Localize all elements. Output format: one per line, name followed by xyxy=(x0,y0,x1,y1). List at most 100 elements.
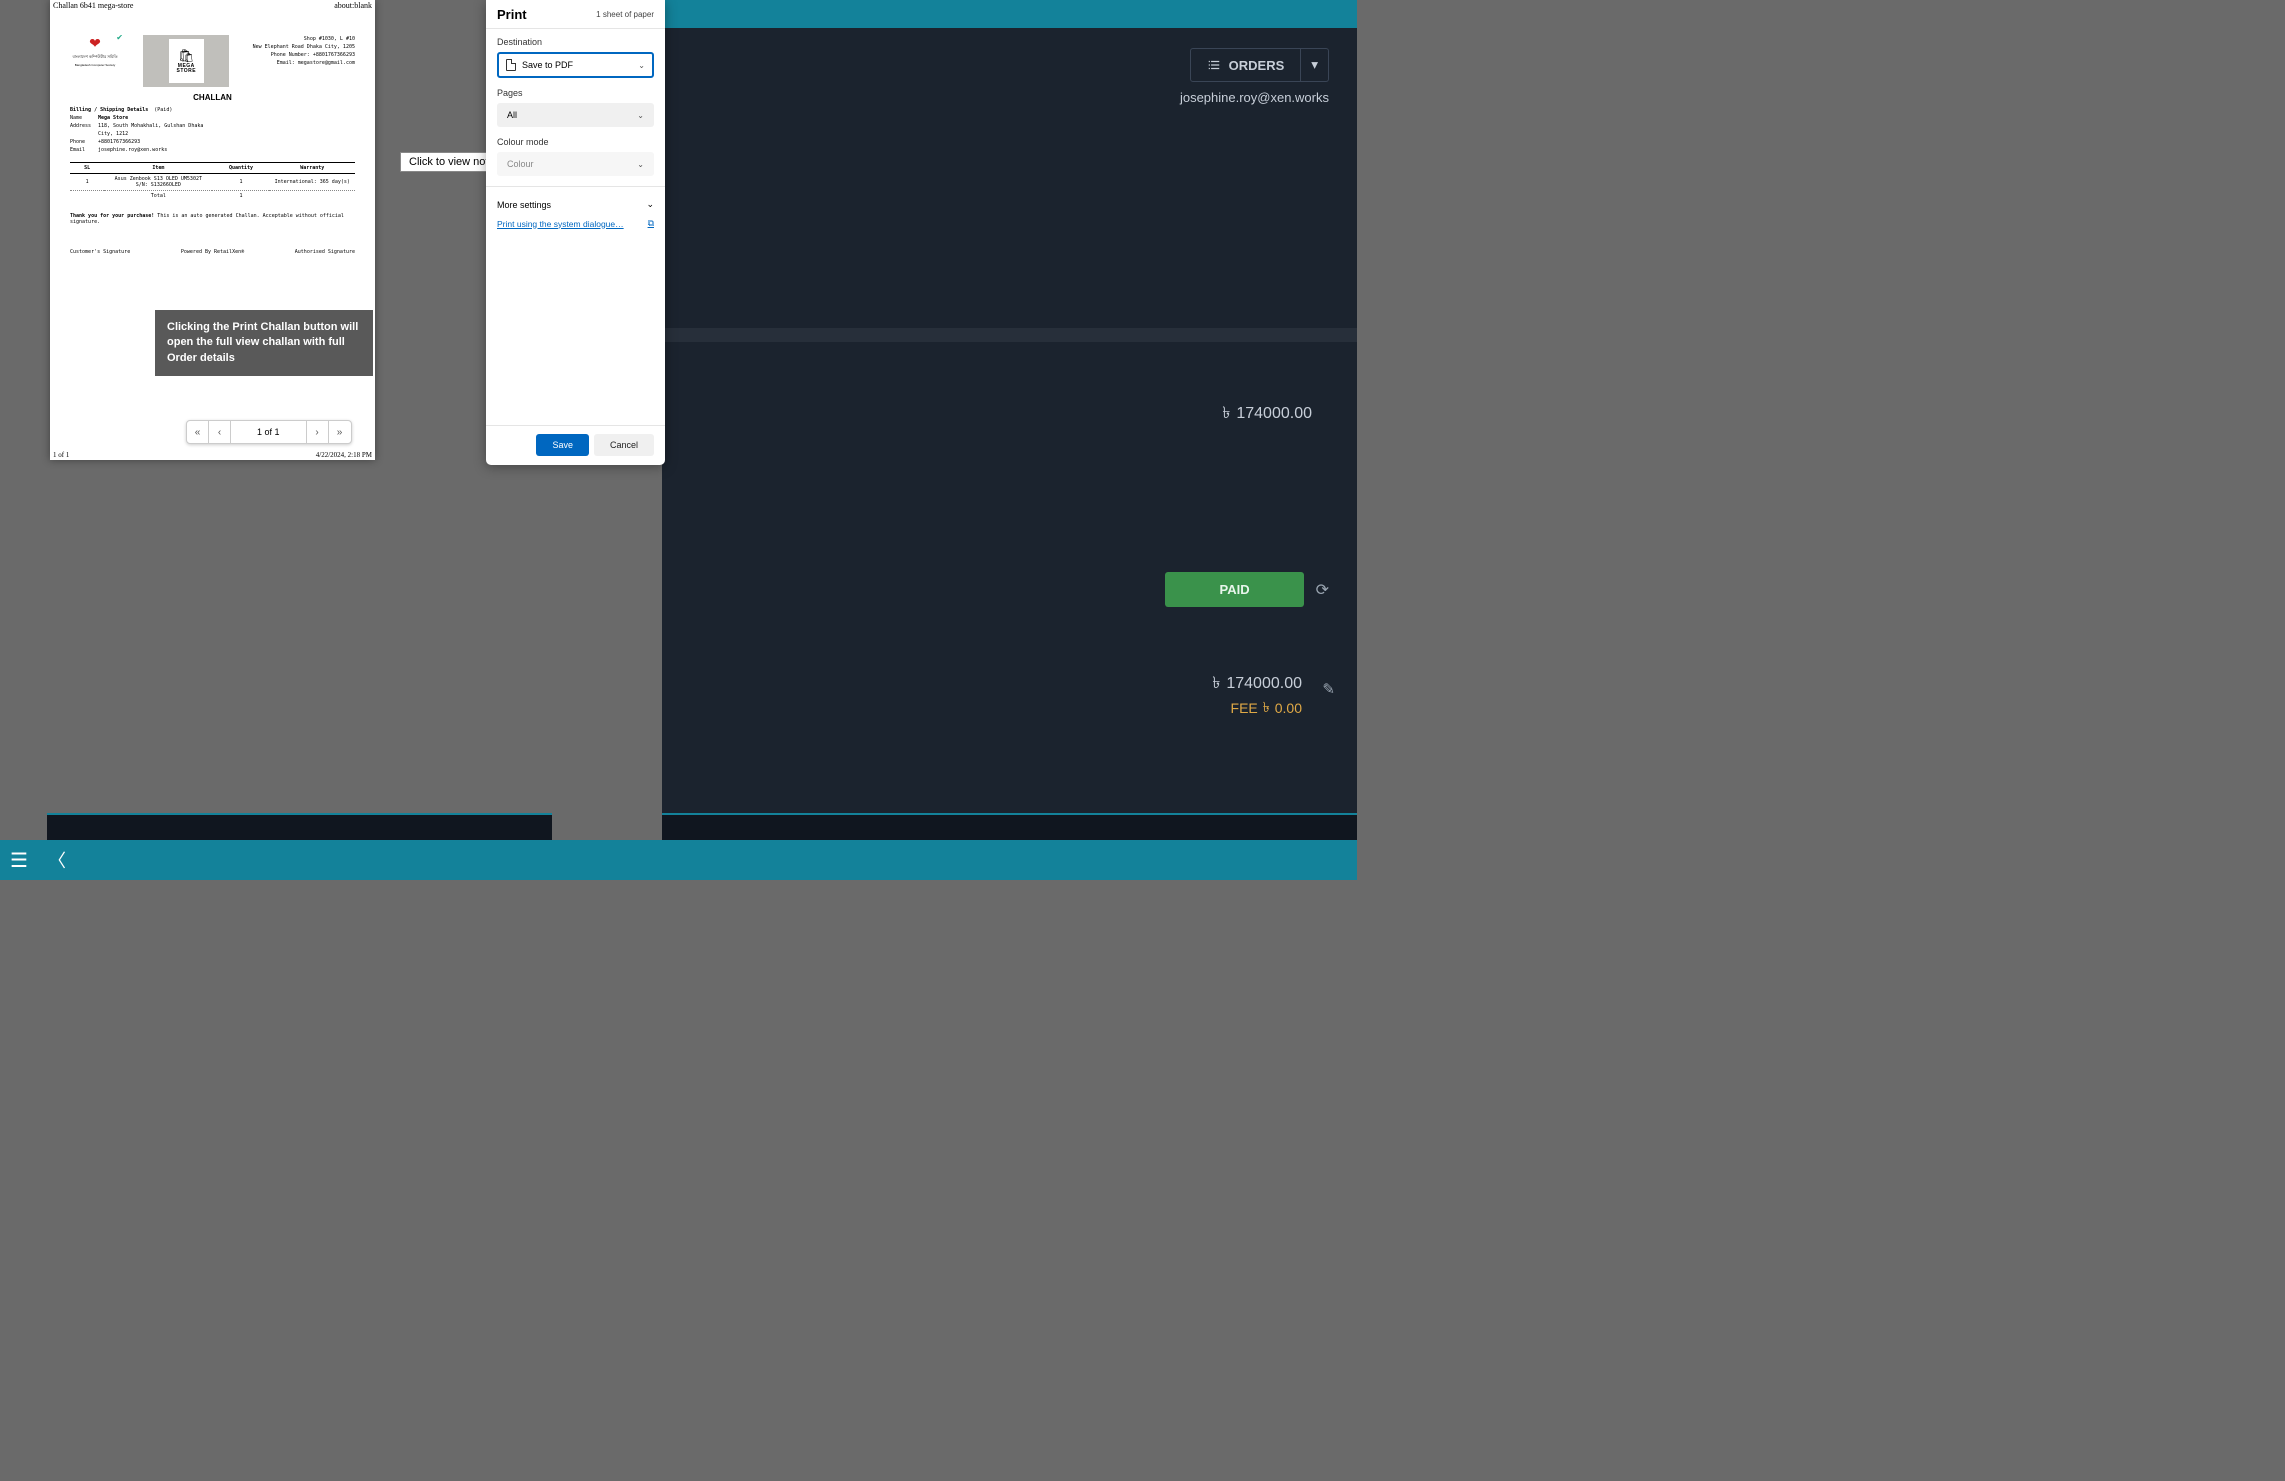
billing-header: Billing / Shipping Details xyxy=(70,106,148,114)
total-row: Total 1 xyxy=(70,191,355,202)
lbl-addr: Address xyxy=(70,122,98,130)
print-dialog: Print 1 sheet of paper Destination Save … xyxy=(486,0,665,465)
menu-icon[interactable]: ☰ xyxy=(10,848,28,873)
chevron-double-left-icon: « xyxy=(195,427,201,438)
file-icon xyxy=(506,59,516,71)
more-settings-label: More settings xyxy=(497,200,551,210)
signature-row: Customer's Signature Powered By RetailXe… xyxy=(70,249,355,255)
colour-label: Colour mode xyxy=(497,137,654,147)
amount-secondary-value: 174000.00 xyxy=(1226,675,1302,693)
pager-prev-button[interactable]: ‹ xyxy=(209,420,231,444)
app-top-bar xyxy=(662,0,1357,28)
orders-dropdown-caret[interactable]: ▾ xyxy=(1301,48,1329,82)
panel-footer-strip-left xyxy=(47,813,552,840)
orders-button[interactable]: ORDERS xyxy=(1190,48,1302,82)
preview-tab-title: Challan 6b41 mega-store xyxy=(53,1,133,10)
dialog-divider xyxy=(486,186,665,187)
external-link-icon: ⧉ xyxy=(648,218,654,229)
store-addr2: New Elephant Road Dhaka City, 1205 xyxy=(253,43,355,51)
lbl-name: Name xyxy=(70,114,98,122)
total-qty: 1 xyxy=(212,191,269,202)
panel-footer-strip xyxy=(662,813,1357,840)
destination-label: Destination xyxy=(497,37,654,47)
challan-title: CHALLAN xyxy=(70,93,355,102)
store-email: Email: megastore@gmail.com xyxy=(253,59,355,67)
fee-value: 0.00 xyxy=(1275,700,1302,716)
chevron-left-icon: ‹ xyxy=(218,427,221,438)
list-icon xyxy=(1207,58,1221,72)
cell-warranty: International: 365 day(s) xyxy=(269,174,355,191)
preview-footer: 1 of 1 4/22/2024, 2:18 PM xyxy=(53,451,372,459)
currency-icon: ৳ xyxy=(1212,670,1220,697)
order-amount-secondary: ৳ 174000.00 xyxy=(1212,670,1302,697)
currency-icon: ৳ xyxy=(1263,696,1270,720)
val-email: josephine.roy@xen.works xyxy=(98,146,167,154)
orders-button-group: ORDERS ▾ xyxy=(1190,48,1329,82)
colour-value: Colour xyxy=(507,159,534,169)
col-sl: SL xyxy=(70,163,104,174)
heart-icon: ❤✔ xyxy=(70,35,120,52)
edit-icon[interactable]: ✎ xyxy=(1322,680,1335,698)
destination-value: Save to PDF xyxy=(522,60,573,70)
chevron-double-right-icon: » xyxy=(337,427,343,438)
fee-line: FEE ৳ 0.00 xyxy=(1231,696,1302,720)
pager-last-button[interactable]: » xyxy=(329,420,351,444)
colour-select[interactable]: Colour ⌄ xyxy=(497,152,654,176)
paid-tag: (Paid) xyxy=(154,106,172,114)
items-table: SL Item Quantity Warranty 1 Asus Zenbook… xyxy=(70,162,355,201)
bag-icon: 🛍 xyxy=(178,48,195,64)
preview-header: Challan 6b41 mega-store about:blank xyxy=(50,0,375,11)
currency-icon: ৳ xyxy=(1222,400,1230,427)
sig-powered: Powered By RetailXen® xyxy=(181,249,244,255)
pager-next-button[interactable]: › xyxy=(307,420,329,444)
chevron-right-icon: › xyxy=(315,427,318,438)
val-addr2: City, 1212 xyxy=(98,130,128,138)
cell-item-sn: S/N: S13266OLED xyxy=(104,182,212,188)
pages-label: Pages xyxy=(497,88,654,98)
destination-select[interactable]: Save to PDF ⌄ xyxy=(497,52,654,78)
amount-primary-value: 174000.00 xyxy=(1236,405,1312,423)
val-name: Mega Store xyxy=(98,114,128,122)
val-phone: +8801767366293 xyxy=(98,138,140,146)
pager-text: 1 of 1 xyxy=(231,420,307,444)
dialog-divider xyxy=(486,28,665,29)
more-settings-toggle[interactable]: More settings ⌄ xyxy=(497,199,654,210)
cell-qty: 1 xyxy=(212,174,269,191)
order-panel: ORDERS ▾ josephine.roy@xen.works ৳ 17400… xyxy=(662,28,1357,840)
back-icon[interactable]: 〈 xyxy=(48,847,66,873)
preview-url: about:blank xyxy=(334,1,372,10)
paid-badge: PAID xyxy=(1165,572,1303,607)
store-phone: Phone Number: +8801767366293 xyxy=(253,51,355,59)
print-dialog-title: Print xyxy=(497,7,527,22)
lbl-email: Email xyxy=(70,146,98,154)
pages-value: All xyxy=(507,110,517,120)
billing-block: Billing / Shipping Details (Paid) NameMeg… xyxy=(70,106,355,154)
chevron-down-icon: ⌄ xyxy=(637,160,644,169)
app-bottom-bar: ☰ 〈 xyxy=(0,840,1357,880)
store-logo-frame: 🛍 MEGASTORE xyxy=(143,35,229,87)
sig-auth: Authorised Signature xyxy=(295,249,355,255)
caret-down-icon: ▾ xyxy=(1311,57,1318,72)
page-navigator: « ‹ 1 of 1 › » xyxy=(186,420,352,444)
table-row: 1 Asus Zenbook S13 OLED UM5302TS/N: S132… xyxy=(70,174,355,191)
cancel-button[interactable]: Cancel xyxy=(594,434,654,456)
val-addr1: 118, South Mohakhali, Gulshan Dhaka xyxy=(98,122,203,130)
store-contact-block: Shop #1030, L #10 New Elephant Road Dhak… xyxy=(253,35,355,67)
system-dialog-link[interactable]: Print using the system dialogue… ⧉ xyxy=(497,218,654,229)
challan-document: ❤✔ বাংলাদেশ কম্পিউটার সমিতি Bangladesh C… xyxy=(50,11,375,261)
payment-status-row: PAID ⟳ xyxy=(1165,572,1329,607)
col-item: Item xyxy=(104,163,212,174)
footer-datetime: 4/22/2024, 2:18 PM xyxy=(316,451,372,459)
bcs-logo: ❤✔ বাংলাদেশ কম্পিউটার সমিতি Bangladesh C… xyxy=(70,35,120,67)
chevron-down-icon: ⌄ xyxy=(646,199,654,210)
pager-first-button[interactable]: « xyxy=(187,420,209,444)
panel-divider xyxy=(662,328,1357,342)
total-label: Total xyxy=(104,191,212,202)
refresh-icon[interactable]: ⟳ xyxy=(1316,580,1329,600)
pages-select[interactable]: All ⌄ xyxy=(497,103,654,127)
sig-customer: Customer's Signature xyxy=(70,249,130,255)
save-button[interactable]: Save xyxy=(536,434,589,456)
chevron-down-icon: ⌄ xyxy=(637,111,644,120)
order-amount-primary: ৳ 174000.00 xyxy=(1222,400,1312,427)
col-qty: Quantity xyxy=(212,163,269,174)
